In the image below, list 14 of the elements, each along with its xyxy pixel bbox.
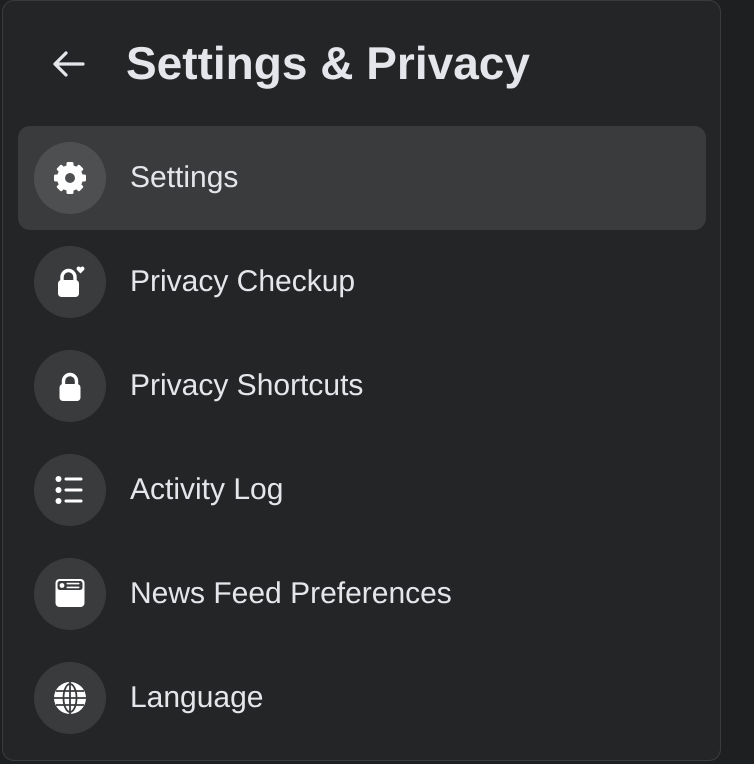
gear-icon [34,142,106,214]
list-icon [34,454,106,526]
menu-item[interactable]: News Feed Preferences [18,542,706,646]
menu-item[interactable]: Language [18,646,706,750]
menu-item[interactable]: Settings [18,126,706,230]
panel-title: Settings & Privacy [126,36,530,91]
globe-icon [34,662,106,734]
menu-item[interactable]: Privacy Shortcuts [18,334,706,438]
menu-item[interactable]: Activity Log [18,438,706,542]
back-arrow-icon [53,50,85,76]
padlock-icon [34,350,106,422]
menu-item[interactable]: Privacy Checkup [18,230,706,334]
back-button[interactable] [53,50,85,76]
feed-card-icon [34,558,106,630]
